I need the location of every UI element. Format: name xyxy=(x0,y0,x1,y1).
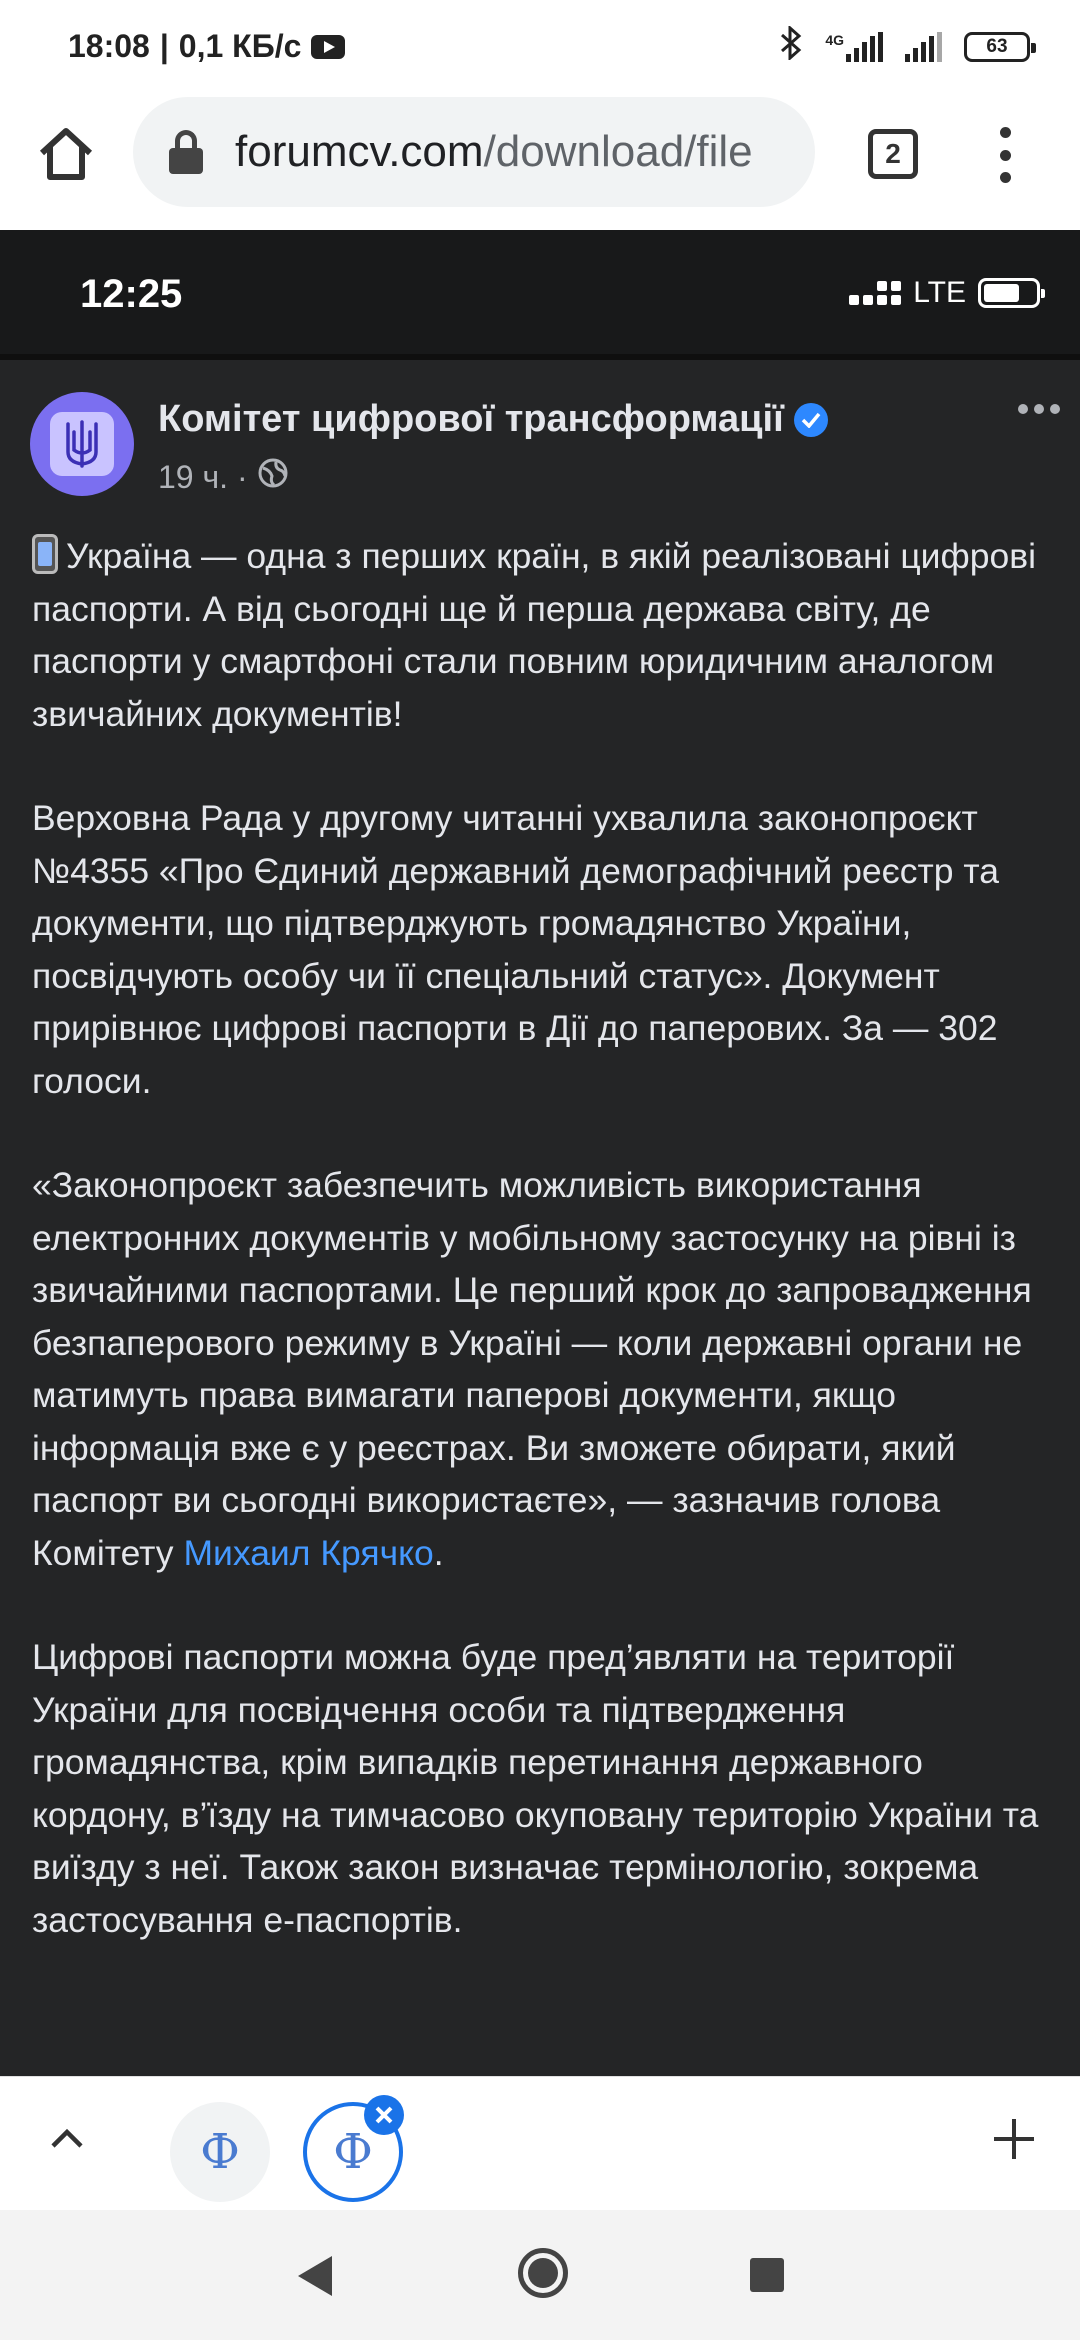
system-status-bar: 18:08 | 0,1 КБ/с 4G 63 xyxy=(0,0,1080,95)
page-name-link[interactable]: Комітет цифрової трансформації xyxy=(158,398,828,441)
inner-status-bar: 12:25 LTE xyxy=(0,230,1080,358)
page-content[interactable]: 12:25 LTE Комітет цифрової трансформації… xyxy=(0,230,1080,2076)
mention-link[interactable]: Михаил Крячко xyxy=(183,1533,433,1573)
post-paragraph: Україна — одна з перших країн, в якій ре… xyxy=(32,534,1036,734)
status-left: 18:08 | 0,1 КБ/с xyxy=(68,28,346,65)
more-vert-icon[interactable] xyxy=(990,127,1020,183)
home-circle-icon[interactable] xyxy=(518,2248,568,2298)
home-icon[interactable] xyxy=(30,117,102,189)
post-header: Комітет цифрової трансформації 19 ч. · xyxy=(30,390,1060,500)
back-icon[interactable] xyxy=(298,2256,332,2296)
avatar[interactable] xyxy=(30,392,134,496)
inner-signal-icon xyxy=(849,281,902,305)
status-time: 18:08 xyxy=(68,28,150,64)
post-meta: 19 ч. · xyxy=(158,458,288,496)
status-right: 4G 63 xyxy=(779,24,1036,68)
post-paragraph: Цифрові паспорти можна буде пред’являти … xyxy=(32,1637,1039,1940)
verified-badge-icon xyxy=(793,402,828,437)
post-paragraph: «Законопроєкт забезпечить можливість вик… xyxy=(32,1165,1032,1573)
post-more-button[interactable] xyxy=(1018,404,1060,414)
recents-icon[interactable] xyxy=(750,2258,784,2292)
trident-icon xyxy=(50,412,114,476)
globe-icon xyxy=(258,458,288,496)
browser-toolbar: forumcv.com/download/file 2 xyxy=(0,95,1080,230)
status-speed: 0,1 КБ/с xyxy=(178,28,302,64)
tab-strip: Ф Ф xyxy=(0,2076,1080,2210)
battery-icon: 63 xyxy=(964,32,1036,62)
youtube-notification-icon xyxy=(311,34,346,59)
mobile-phone-icon xyxy=(32,534,58,574)
signal-4g-icon: 4G xyxy=(825,32,883,62)
signal-icon xyxy=(905,32,942,62)
bluetooth-icon xyxy=(779,24,803,68)
url-text: forumcv.com/download/file xyxy=(235,127,753,176)
new-tab-plus-icon[interactable] xyxy=(990,2115,1038,2163)
close-icon[interactable] xyxy=(364,2095,404,2135)
address-bar[interactable]: forumcv.com/download/file xyxy=(133,97,815,207)
post-time[interactable]: 19 ч. · xyxy=(158,459,248,496)
tab-switcher-button[interactable]: 2 xyxy=(868,129,918,179)
lock-icon xyxy=(169,130,203,174)
divider xyxy=(0,354,1080,360)
tab-thumbnail[interactable]: Ф xyxy=(170,2102,270,2202)
post-text: Україна — одна з перших країн, в якій ре… xyxy=(32,530,1062,1998)
inner-status-time: 12:25 xyxy=(80,272,183,316)
post-paragraph: Верховна Рада у другому читанні ухвалила… xyxy=(32,798,999,1101)
system-nav-bar xyxy=(0,2210,1080,2340)
inner-battery-icon xyxy=(978,278,1045,308)
chevron-up-icon[interactable] xyxy=(50,2121,84,2155)
inner-network-label: LTE xyxy=(913,276,966,309)
